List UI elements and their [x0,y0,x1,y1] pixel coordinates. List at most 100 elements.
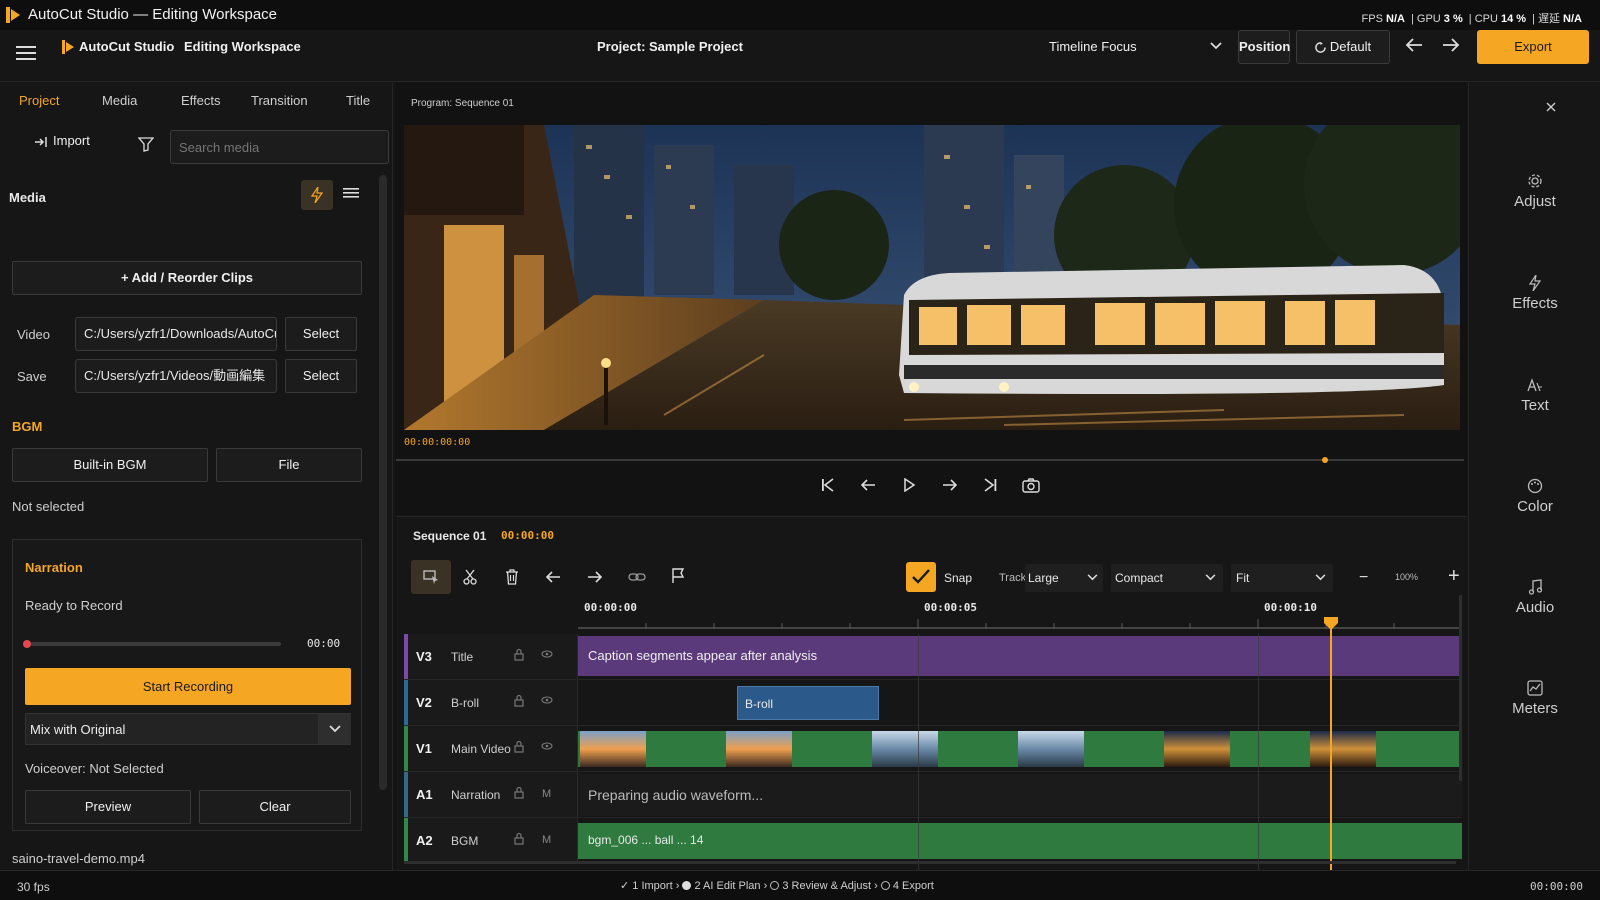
go-to-end-icon[interactable] [982,478,998,492]
step-import[interactable]: 1 Import [632,880,672,892]
search-media-input[interactable] [170,130,389,164]
timeline-vertical-scrollbar[interactable] [1459,595,1462,781]
redo-icon[interactable] [1441,36,1461,54]
zoom-out-button[interactable]: − [1359,569,1368,587]
playhead-handle-icon[interactable] [1324,617,1338,631]
snapshot-camera-icon[interactable] [1022,477,1040,493]
mute-toggle[interactable]: M [542,788,551,800]
save-path-field[interactable]: C:/Users/yzfr1/Videos/動画編集 [75,359,277,393]
step-ai-edit-plan[interactable]: 2 AI Edit Plan [694,880,760,892]
video-preview[interactable] [404,125,1460,430]
tab-effects[interactable]: Effects [181,93,221,108]
eye-icon[interactable] [541,696,553,704]
delete-trash-icon[interactable] [505,569,519,585]
program-label: Program: Sequence 01 [411,98,514,109]
bgm-file-button[interactable]: File [216,448,362,482]
status-bar: 30 fps ✓ 1 Import › 2 AI Edit Plan › 3 R… [0,870,1600,900]
add-reorder-clips-button[interactable]: + Add / Reorder Clips [12,261,362,295]
undo-icon[interactable] [1404,36,1424,54]
video-label: Video [17,327,51,342]
tab-project[interactable]: Project [19,93,59,108]
lock-icon[interactable] [514,832,524,845]
timeline-horizontal-scrollbar[interactable] [404,861,1456,864]
narration-level-slider[interactable] [23,640,281,648]
media-heading: Media [9,190,46,205]
play-icon[interactable] [902,478,916,492]
right-rail: Adjust Effects Text Color Audio Meters [1468,83,1600,870]
step-export[interactable]: 4 Export [893,880,934,892]
eye-icon[interactable] [541,650,553,658]
snap-checkbox[interactable] [906,562,936,592]
narration-heading: Narration [25,560,83,575]
import-button[interactable]: Import [34,133,90,155]
playhead-line[interactable] [1330,617,1332,871]
position-button[interactable]: Position [1238,30,1290,64]
razor-cut-icon[interactable] [463,569,477,585]
lightning-icon [1529,275,1541,291]
rail-audio[interactable]: Audio [1469,579,1600,616]
lock-icon[interactable] [514,694,524,707]
step-review-adjust[interactable]: 3 Review & Adjust [782,880,871,892]
window-title: AutoCut Studio — Editing Workspace [28,6,278,23]
density-select[interactable]: Compact [1111,564,1223,592]
track-a1: A1 Narration M Preparing audio waveform.… [404,772,1462,818]
track-size-select[interactable]: Large [1025,564,1103,592]
auto-mode-button[interactable] [301,180,333,210]
rail-color[interactable]: Color [1469,478,1600,515]
app-logo-icon [6,7,20,23]
scrubber-handle[interactable] [1322,457,1329,463]
export-button[interactable]: Export [1477,30,1589,64]
preview-button[interactable]: Preview [25,790,191,824]
track-v1: V1 Main Video [404,726,1462,772]
filter-icon[interactable] [138,137,154,152]
timeline-undo-icon[interactable] [545,570,561,584]
grid-line [1258,634,1259,871]
select-save-button[interactable]: Select [285,359,357,393]
tab-transition[interactable]: Transition [251,93,308,108]
list-view-icon[interactable] [343,186,359,200]
video-path-field[interactable]: C:/Users/yzfr1/Downloads/AutoCu [75,317,277,351]
step-back-icon[interactable] [860,478,876,492]
hamburger-menu-icon[interactable] [16,45,36,61]
step-forward-icon[interactable] [942,478,958,492]
track-header: V2 B-roll [404,680,578,725]
rail-adjust[interactable]: Adjust [1469,173,1600,210]
builtin-bgm-button[interactable]: Built-in BGM [12,448,208,482]
close-icon[interactable] [1546,102,1556,112]
selection-tool-button[interactable] [411,560,451,594]
program-scrubber[interactable] [396,457,1464,463]
voiceover-status: Voiceover: Not Selected [25,761,164,776]
timeline-redo-icon[interactable] [587,570,603,584]
rail-effects[interactable]: Effects [1469,275,1600,312]
snap-label: Snap [944,571,973,585]
lock-icon[interactable] [514,786,524,799]
program-timecode: 00:00:00:00 [404,437,471,448]
zoom-in-button[interactable]: + [1448,565,1460,588]
mute-toggle[interactable]: M [542,834,551,846]
track-header: V1 Main Video [404,726,578,771]
eye-icon[interactable] [541,742,553,750]
link-icon[interactable] [628,571,646,583]
select-tool-icon [423,570,438,584]
rail-meters[interactable]: Meters [1469,680,1600,717]
default-layout-button[interactable]: Default [1296,30,1390,64]
left-panel-scrollbar[interactable] [379,175,387,790]
zoom-mode-select[interactable]: Fit [1231,564,1333,592]
lock-icon[interactable] [514,740,524,753]
slider-handle[interactable] [23,640,31,648]
lock-icon[interactable] [514,648,524,661]
rail-text[interactable]: Text [1469,377,1600,414]
clear-button[interactable]: Clear [199,790,351,824]
track-header: A2 BGM M [404,818,578,864]
go-to-start-icon[interactable] [820,478,836,492]
marker-flag-icon[interactable] [671,568,685,584]
start-recording-button[interactable]: Start Recording [25,668,351,705]
loaded-filename: saino-travel-demo.mp4 [12,851,145,866]
app-name: AutoCut Studio [79,39,175,54]
tab-title[interactable]: Title [346,93,370,108]
tab-media[interactable]: Media [102,93,137,108]
broll-clip[interactable]: B-roll [737,686,879,720]
mix-mode-select[interactable]: Mix with Original [25,713,351,745]
layout-select[interactable]: Timeline Focus [1040,30,1230,64]
select-video-button[interactable]: Select [285,317,357,351]
